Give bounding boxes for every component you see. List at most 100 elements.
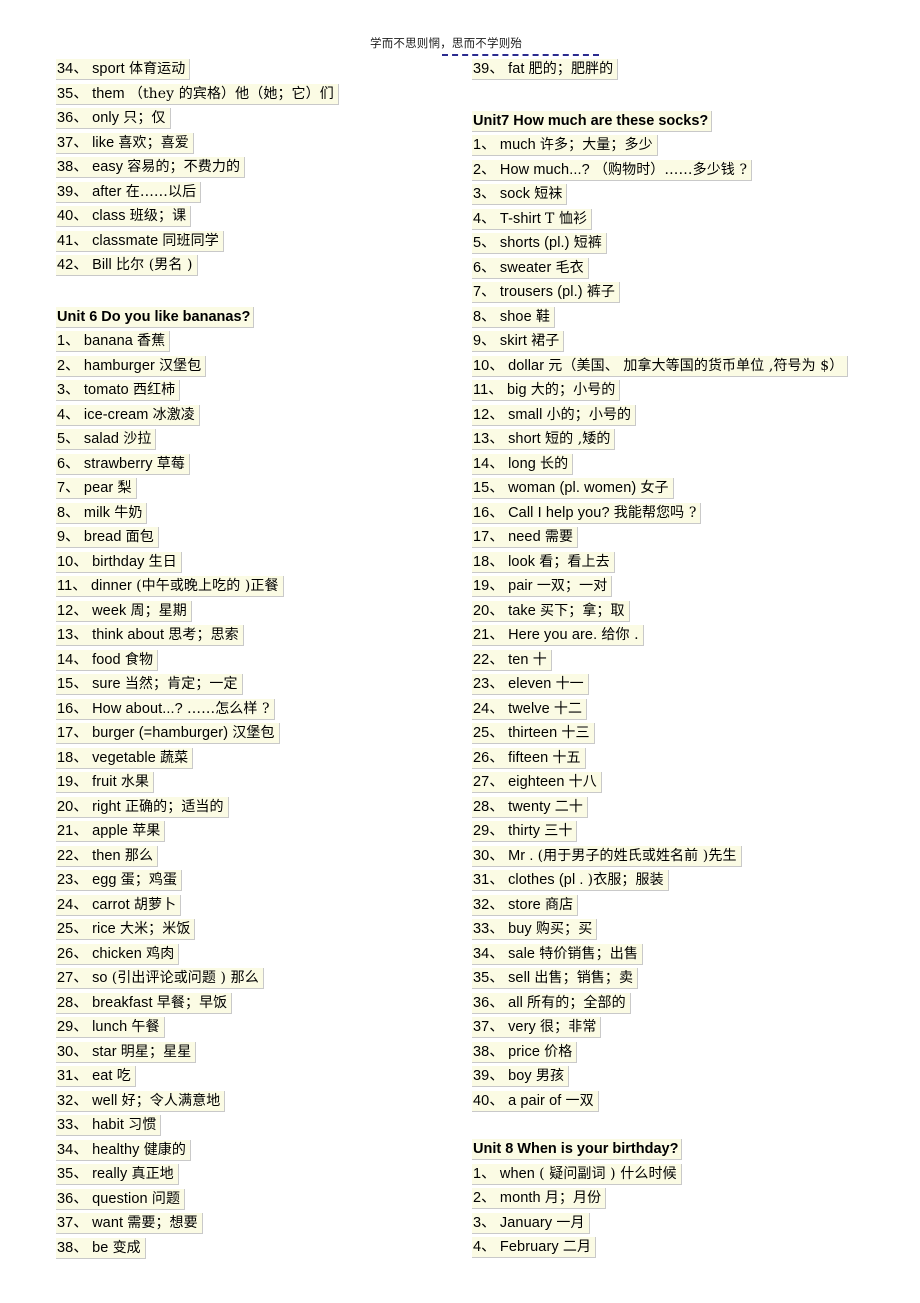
vocab-chinese: 短裤 [573,235,602,252]
left-column: 34、 sport 体育运动 35、 them （they 的宾格）他（她；它）们… [56,58,456,1261]
vocab-row: 30、 star 明星；星星 [56,1041,456,1066]
vocab-entry: 37、 like 喜欢；喜爱 [56,132,194,154]
vocab-english: bread [83,529,122,546]
vocab-index: 20、 [473,602,504,619]
vocab-row: 32、 well 好；令人满意地 [56,1090,456,1115]
vocab-english: after [92,183,122,200]
vocab-row: 31、 clothes (pl . )衣服；服装 [472,869,892,894]
vocab-index: 15、 [57,676,88,693]
vocab-chinese: 在……以后 [125,183,197,200]
vocab-row: 25、 rice 大米；米饭 [56,918,456,943]
vocab-index: 11、 [473,382,503,399]
vocab-row: 2、 month 月；月份 [472,1187,892,1212]
vocab-entry: 37、 want 需要；想要 [56,1213,203,1235]
vocab-row: 4、 February 二月 [472,1236,892,1261]
unit8-list: 1、 when ( 疑问副词 ) 什么时候 2、 month 月；月份 3、 Jan… [472,1163,892,1261]
vocab-english: thirty [508,823,541,840]
vocab-index: 37、 [57,134,88,151]
vocab-english: when [499,1165,535,1182]
vocab-chinese: (用于男子的姓氏或姓名前 )先生 [537,847,737,864]
vocab-entry: 35、 really 真正地 [56,1164,179,1186]
vocab-chinese: ( 疑问副词 ) 什么时候 [539,1165,677,1182]
vocab-english: rice [92,921,116,938]
vocab-index: 33、 [57,1117,88,1134]
vocab-index: 10、 [57,553,88,570]
vocab-chinese: 明星；星星 [120,1043,192,1060]
vocab-index: 30、 [57,1043,88,1060]
vocab-chinese: 给你 . [601,627,639,644]
vocab-chinese: 毛衣 [555,259,584,276]
vocab-english: salad [83,431,120,448]
vocab-entry: 40、 class 班级；课 [56,206,192,228]
vocab-english: sale [508,945,536,962]
vocab-row: 38、 be 变成 [56,1237,456,1262]
vocab-english: ten [508,651,529,668]
vocab-entry: 19、 fruit 水果 [56,772,155,794]
vocab-english: healthy [92,1141,140,1158]
vocab-english: class [92,208,126,225]
vocab-row: 24、 carrot 胡萝卜 [56,894,456,919]
vocab-entry: 11、 big 大的；小号的 [472,380,621,402]
vocab-index: 4、 [473,210,496,227]
vocab-english: apple [92,823,129,840]
vocab-entry: 36、 question 问题 [56,1188,186,1210]
vocab-row: 11、 dinner (中午或晚上吃的 )正餐 [56,575,456,600]
vocab-index: 34、 [57,1141,88,1158]
vocab-index: 21、 [473,627,504,644]
vocab-entry: 26、 chicken 鸡肉 [56,943,180,965]
vocab-english: really [92,1166,128,1183]
vocab-chinese: 食物 [124,651,154,668]
vocab-english: need [508,529,541,546]
unit6-tail-list: 39、 fat 肥的；肥胖的 [472,58,892,83]
vocab-index: 5、 [473,235,496,252]
vocab-index: 41、 [57,232,88,249]
vocab-entry: 29、 lunch 午餐 [56,1017,165,1039]
vocab-row: 7、 pear 梨 [56,477,456,502]
vocab-index: 32、 [57,1092,88,1109]
vocab-chinese: 二十 [554,798,583,815]
vocab-index: 3、 [57,382,80,399]
vocab-entry: 22、 then 那么 [56,845,159,867]
vocab-chinese: 喜欢；喜爱 [118,134,189,151]
vocab-index: 38、 [473,1043,504,1060]
vocab-english: think about [92,627,165,644]
vocab-index: 17、 [57,725,88,742]
vocab-english: banana [83,333,133,350]
vocab-english: only [92,110,120,127]
vocab-entry: 12、 small 小的；小号的 [472,404,637,426]
vocab-english: be [92,1239,109,1256]
vocab-entry: 8、 shoe 鞋 [472,306,555,328]
vocab-chinese: 沙拉 [123,431,152,448]
vocab-chinese: 很；非常 [540,1019,597,1036]
vocab-english: hamburger [83,357,155,374]
vocab-chinese: 蔬菜 [160,749,189,766]
vocab-row: 27、 eighteen 十八 [472,771,892,796]
vocab-chinese: 价格 [544,1043,573,1060]
vocab-row: 6、 sweater 毛衣 [472,257,892,282]
vocab-entry: 34、 sport 体育运动 [56,59,191,81]
vocab-row: 17、 need 需要 [472,526,892,551]
vocab-chinese: 一双 [565,1092,594,1109]
vocab-index: 8、 [473,308,496,325]
unit7-list: 1、 much 许多；大量；多少 2、 How much...? （购物时）……多… [472,134,892,1114]
vocab-index: 24、 [473,700,504,717]
vocab-entry: 23、 egg 蛋；鸡蛋 [56,870,183,892]
vocab-row: 23、 eleven 十一 [472,673,892,698]
vocab-chinese: 班级；课 [129,208,187,225]
vocab-entry: 31、 clothes (pl . )衣服；服装 [472,870,669,892]
vocab-english: habit [92,1117,125,1134]
vocab-index: 34、 [57,61,88,78]
vocab-entry: 10、 birthday 生日 [56,551,182,573]
vocab-entry: 28、 twenty 二十 [472,796,588,818]
vocab-entry: 27、 eighteen 十八 [472,772,602,794]
vocab-index: 35、 [473,970,504,987]
vocab-chinese: 月；月份 [544,1190,602,1207]
vocab-row: 39、 boy 男孩 [472,1065,892,1090]
vocab-english: pear [83,480,114,497]
vocab-english: much [499,137,536,154]
vocab-index: 38、 [57,1239,88,1256]
vocab-index: 11、 [57,578,87,595]
vocab-index: 1、 [57,333,80,350]
vocab-index: 22、 [57,847,88,864]
vocab-english: fat [508,61,525,78]
